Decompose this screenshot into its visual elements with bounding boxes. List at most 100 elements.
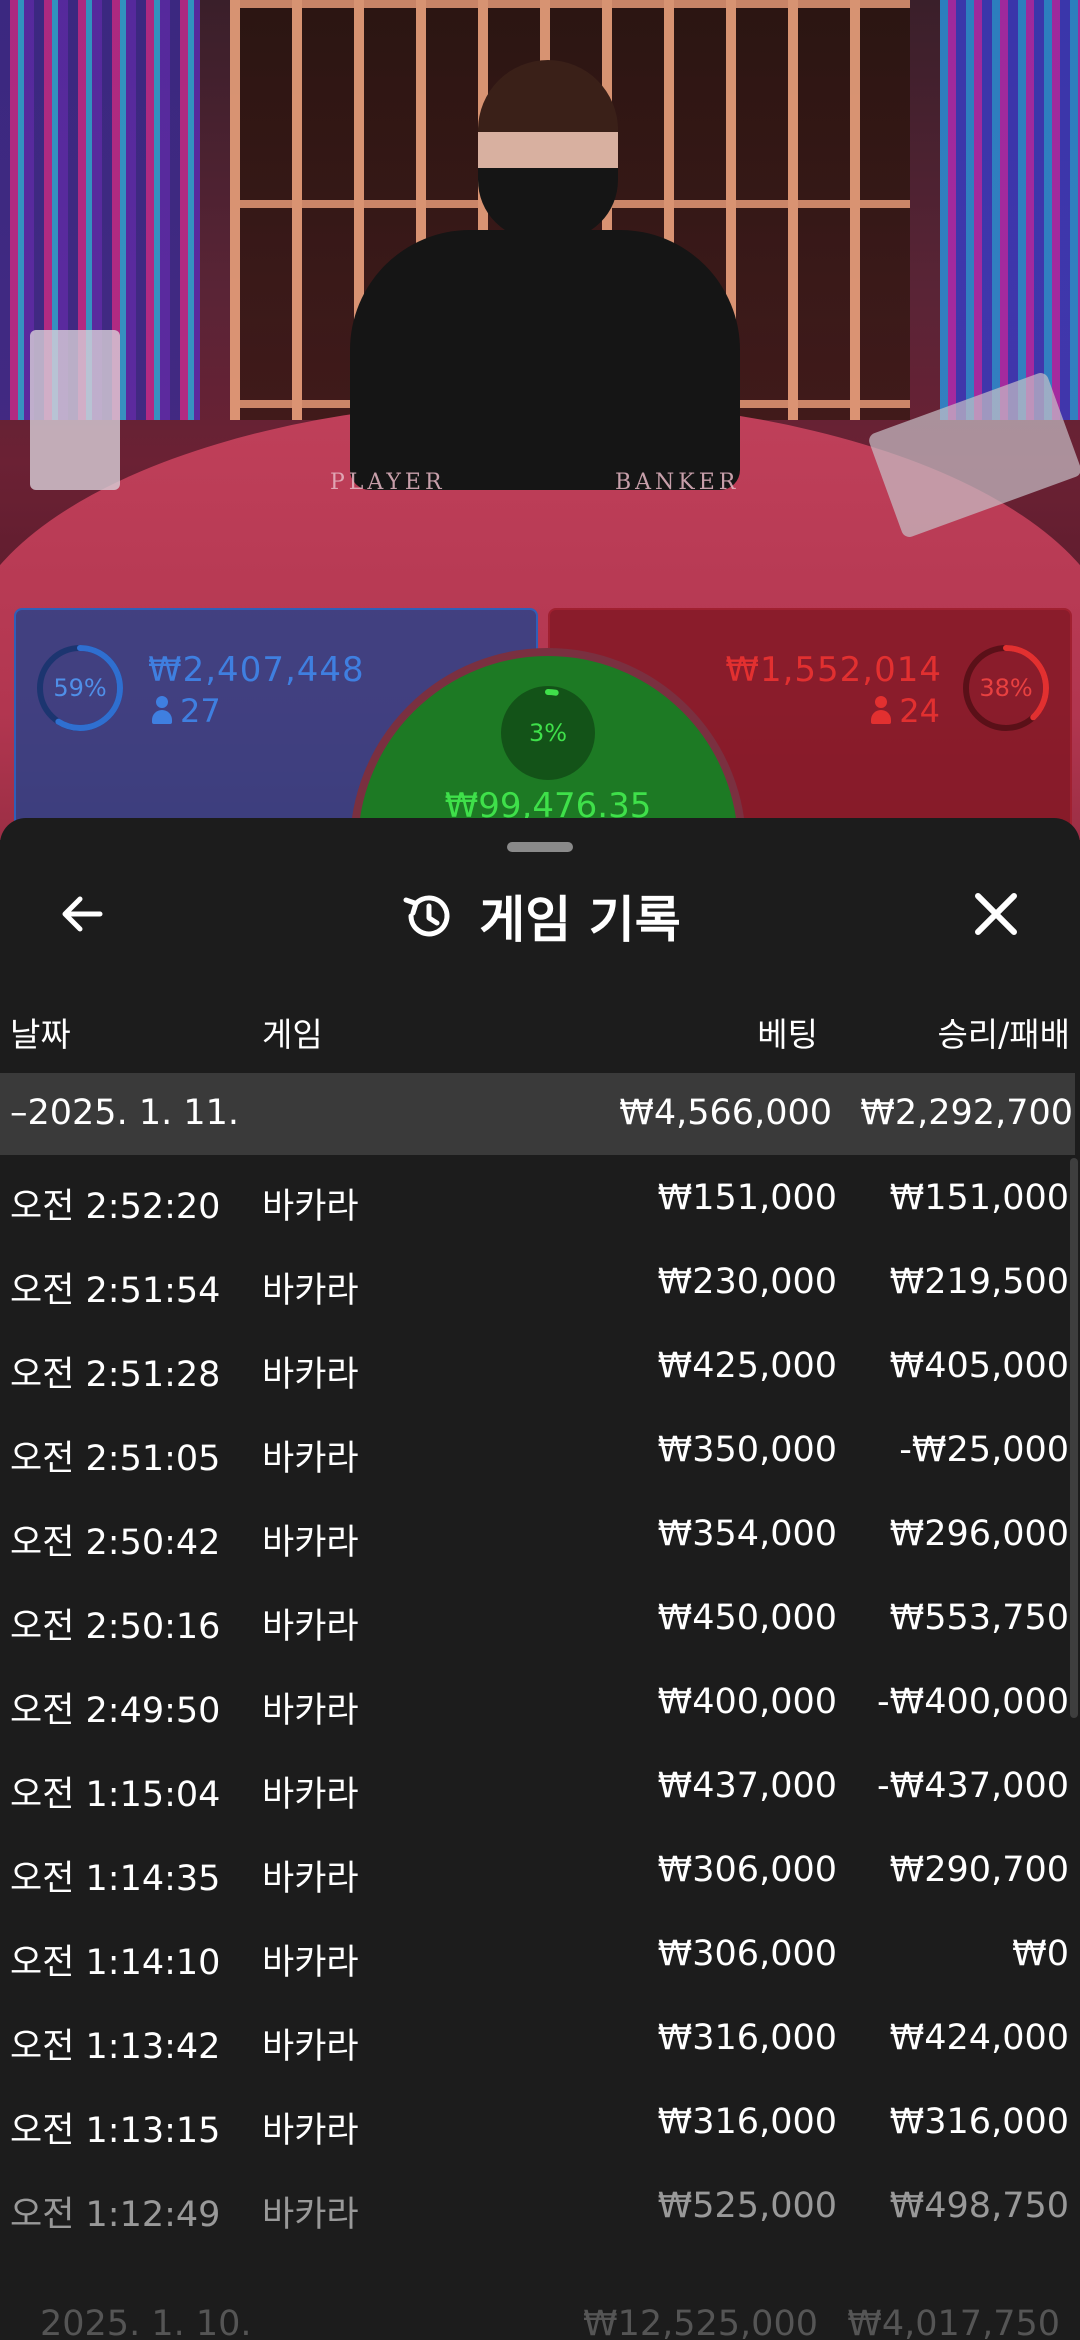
stage-light-right bbox=[940, 0, 1080, 420]
history-list: 오전 2:52:20 바카라 ₩151,000 ₩151,000 오전 2:51:54 바… bbox=[0, 1156, 1072, 2248]
history-row[interactable]: 오전 2:51:28 바카라 ₩425,000 ₩405,000 bbox=[0, 1324, 1072, 1408]
history-row[interactable]: 오전 2:51:05 바카라 ₩350,000 -₩25,000 bbox=[0, 1408, 1072, 1492]
row-win-loss: -₩437,000 bbox=[877, 1766, 1069, 1806]
player-count-value: 27 bbox=[180, 692, 221, 730]
row-game: 바카라 bbox=[262, 1439, 359, 1479]
row-game: 바카라 bbox=[262, 2027, 359, 2067]
banker-bet-total: ₩1,552,014 bbox=[725, 650, 942, 690]
sheet-drag-handle[interactable] bbox=[507, 842, 573, 852]
row-time: 오전 1:13:15 bbox=[10, 2111, 221, 2151]
tie-percent: 3% bbox=[528, 719, 568, 747]
player-percent-ring: 59% bbox=[34, 642, 126, 734]
row-time: 오전 1:12:49 bbox=[10, 2195, 221, 2235]
row-win-loss: -₩25,000 bbox=[899, 1430, 1069, 1470]
row-win-loss: ₩424,000 bbox=[889, 2018, 1069, 2058]
row-win-loss: ₩553,750 bbox=[889, 1598, 1069, 1638]
table-header: 날짜 게임 베팅 승리/패배 bbox=[0, 1008, 1080, 1060]
row-game: 바카라 bbox=[262, 1271, 359, 1311]
row-time: 오전 1:13:42 bbox=[10, 2027, 221, 2067]
row-time: 오전 2:50:42 bbox=[10, 1523, 221, 1563]
row-time: 오전 1:14:10 bbox=[10, 1943, 221, 1983]
page-title: 게임 기록 bbox=[479, 891, 681, 949]
table-label-player: PLAYER bbox=[330, 470, 446, 495]
row-bet: ₩230,000 bbox=[657, 1262, 837, 1302]
row-win-loss: -₩400,000 bbox=[877, 1682, 1069, 1722]
row-game: 바카라 bbox=[262, 1523, 359, 1563]
row-bet: ₩306,000 bbox=[657, 1934, 837, 1974]
row-game: 바카라 bbox=[262, 1607, 359, 1647]
close-icon bbox=[975, 893, 1017, 935]
row-bet: ₩450,000 bbox=[657, 1598, 837, 1638]
row-win-loss: ₩498,750 bbox=[889, 2186, 1069, 2226]
sheet-header: 게임 기록 bbox=[0, 880, 1080, 952]
column-header-win-loss: 승리/패배 bbox=[937, 1015, 1070, 1054]
history-icon bbox=[403, 895, 450, 937]
history-row[interactable]: 오전 1:15:04 바카라 ₩437,000 -₩437,000 bbox=[0, 1744, 1072, 1828]
row-win-loss: ₩0 bbox=[1012, 1934, 1069, 1974]
dealer-head bbox=[478, 60, 618, 240]
row-bet: ₩350,000 bbox=[657, 1430, 837, 1470]
row-time: 오전 1:14:35 bbox=[10, 1859, 221, 1899]
scrollbar[interactable] bbox=[1070, 1158, 1078, 1718]
player-count: 27 bbox=[152, 692, 221, 730]
banker-percent: 38% bbox=[979, 674, 1033, 702]
date-group-win-loss-total: ₩2,292,700 bbox=[860, 1093, 1073, 1133]
row-bet: ₩151,000 bbox=[657, 1178, 837, 1218]
row-bet: ₩437,000 bbox=[657, 1766, 837, 1806]
history-row[interactable]: 오전 2:51:54 바카라 ₩230,000 ₩219,500 bbox=[0, 1240, 1072, 1324]
row-bet: ₩400,000 bbox=[657, 1682, 837, 1722]
row-game: 바카라 bbox=[262, 1859, 359, 1899]
history-row[interactable]: 오전 1:12:49 바카라 ₩525,000 ₩498,750 bbox=[0, 2164, 1072, 2248]
row-time: 오전 2:51:54 bbox=[10, 1271, 221, 1311]
close-button[interactable] bbox=[966, 884, 1026, 944]
history-row[interactable]: 오전 1:13:15 바카라 ₩316,000 ₩316,000 bbox=[0, 2080, 1072, 2164]
player-percent: 59% bbox=[53, 674, 107, 702]
date-group-bet-total: ₩12,525,000 bbox=[582, 2304, 818, 2340]
row-game: 바카라 bbox=[262, 2111, 359, 2151]
column-header-date: 날짜 bbox=[10, 1015, 71, 1054]
person-icon bbox=[871, 696, 892, 724]
row-time: 오전 1:15:04 bbox=[10, 1775, 221, 1815]
row-time: 오전 2:51:28 bbox=[10, 1355, 221, 1395]
table-label-banker: BANKER bbox=[615, 470, 740, 495]
row-win-loss: ₩151,000 bbox=[889, 1178, 1069, 1218]
banker-count-value: 24 bbox=[899, 692, 940, 730]
history-row[interactable]: 오전 1:13:42 바카라 ₩316,000 ₩424,000 bbox=[0, 1996, 1072, 2080]
row-win-loss: ₩405,000 bbox=[889, 1346, 1069, 1386]
history-row[interactable]: 오전 1:14:35 바카라 ₩306,000 ₩290,700 bbox=[0, 1828, 1072, 1912]
tie-percent-ring: 3% bbox=[501, 686, 595, 780]
game-history-sheet: 게임 기록 날짜 게임 베팅 승리/패배 –2025. 1. 11. ₩4,56… bbox=[0, 818, 1080, 2340]
row-time: 오전 2:52:20 bbox=[10, 1187, 221, 1227]
row-bet: ₩525,000 bbox=[657, 2186, 837, 2226]
row-win-loss: ₩290,700 bbox=[889, 1850, 1069, 1890]
row-win-loss: ₩316,000 bbox=[889, 2102, 1069, 2142]
history-row[interactable]: 오전 2:52:20 바카라 ₩151,000 ₩151,000 bbox=[0, 1156, 1072, 1240]
date-group-date: –2025. 1. 11. bbox=[10, 1093, 240, 1133]
row-game: 바카라 bbox=[262, 1775, 359, 1815]
history-row[interactable]: 오전 2:50:42 바카라 ₩354,000 ₩296,000 bbox=[0, 1492, 1072, 1576]
date-group-row[interactable]: 2025. 1. 10. ₩12,525,000 ₩4,017,750 bbox=[0, 2296, 1080, 2340]
dealer bbox=[350, 230, 740, 490]
row-game: 바카라 bbox=[262, 1691, 359, 1731]
history-row[interactable]: 오전 2:49:50 바카라 ₩400,000 -₩400,000 bbox=[0, 1660, 1072, 1744]
column-header-game: 게임 bbox=[262, 1015, 323, 1054]
banker-count: 24 bbox=[871, 692, 940, 730]
history-row[interactable]: 오전 2:50:16 바카라 ₩450,000 ₩553,750 bbox=[0, 1576, 1072, 1660]
date-group-date: 2025. 1. 10. bbox=[40, 2304, 252, 2340]
row-win-loss: ₩219,500 bbox=[889, 1262, 1069, 1302]
date-group-row[interactable]: –2025. 1. 11. ₩4,566,000 ₩2,292,700 bbox=[0, 1073, 1075, 1155]
row-bet: ₩306,000 bbox=[657, 1850, 837, 1890]
row-game: 바카라 bbox=[262, 1943, 359, 1983]
row-win-loss: ₩296,000 bbox=[889, 1514, 1069, 1554]
row-game: 바카라 bbox=[262, 2195, 359, 2235]
column-header-bet: 베팅 bbox=[757, 1015, 818, 1054]
row-time: 오전 2:51:05 bbox=[10, 1439, 221, 1479]
history-row[interactable]: 오전 1:14:10 바카라 ₩306,000 ₩0 bbox=[0, 1912, 1072, 1996]
row-bet: ₩425,000 bbox=[657, 1346, 837, 1386]
card-stack bbox=[30, 330, 120, 490]
person-icon bbox=[152, 696, 172, 724]
date-group-bet-total: ₩4,566,000 bbox=[619, 1093, 832, 1133]
row-time: 오전 2:50:16 bbox=[10, 1607, 221, 1647]
row-time: 오전 2:49:50 bbox=[10, 1691, 221, 1731]
row-bet: ₩316,000 bbox=[657, 2102, 837, 2142]
